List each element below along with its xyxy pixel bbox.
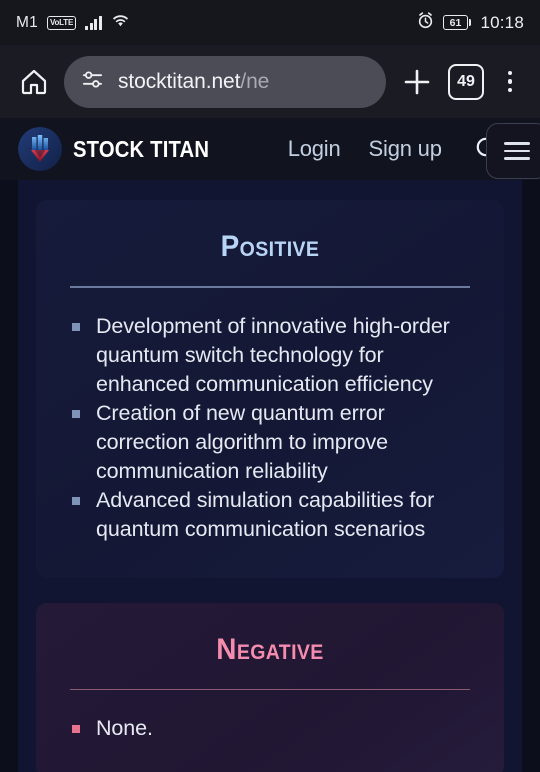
url-host: stocktitan.net: [118, 69, 241, 93]
signup-link[interactable]: Sign up: [355, 136, 456, 162]
android-status-bar: M1 VoLTE 61 10:18: [0, 0, 540, 45]
alarm-clock-icon: [417, 11, 434, 34]
status-bar-right: 61 10:18: [417, 11, 524, 34]
signal-bars-icon: [85, 15, 102, 30]
url-text[interactable]: stocktitan.net/ne: [118, 70, 269, 94]
page-body: Positive Development of innovative high-…: [0, 180, 540, 772]
negative-points-list: None.: [70, 714, 470, 743]
clock-time: 10:18: [480, 12, 524, 32]
three-dot-menu-icon[interactable]: [494, 62, 526, 102]
stock-titan-logo-icon[interactable]: [18, 127, 62, 171]
negative-card-divider: [70, 688, 470, 690]
list-item: Development of innovative high-order qua…: [70, 312, 470, 399]
battery-cap: [468, 19, 472, 26]
content-container: Positive Development of innovative high-…: [18, 180, 522, 772]
brand-title: STOCK TITAN: [73, 135, 210, 162]
home-icon[interactable]: [14, 62, 54, 102]
positive-card-title: Positive: [220, 230, 320, 263]
plus-icon[interactable]: [396, 61, 438, 103]
battery-percent: 61: [442, 15, 468, 30]
positive-points-list: Development of innovative high-order qua…: [70, 312, 470, 544]
list-item: Advanced simulation capabilities for qua…: [70, 486, 470, 544]
list-item: Creation of new quantum error correction…: [70, 399, 470, 486]
list-item: None.: [70, 714, 470, 743]
positive-card-divider: [70, 286, 470, 288]
wifi-icon: [111, 13, 130, 33]
positive-card: Positive Development of innovative high-…: [36, 200, 504, 578]
carrier-label: M1: [16, 13, 38, 31]
hamburger-menu-icon[interactable]: [486, 123, 540, 179]
negative-card-title: Negative: [216, 632, 324, 666]
volte-badge: VoLTE: [46, 15, 77, 30]
url-path: /ne: [240, 69, 270, 93]
url-bar[interactable]: stocktitan.net/ne: [64, 55, 386, 108]
browser-toolbar: stocktitan.net/ne 49: [0, 45, 540, 118]
battery-indicator: 61: [442, 15, 472, 30]
negative-card: Negative None.: [36, 602, 504, 772]
site-header: STOCK TITAN Login Sign up: [0, 118, 540, 180]
header-nav: Login Sign up: [274, 136, 456, 162]
status-bar-left: M1 VoLTE: [16, 13, 130, 33]
tab-count-button[interactable]: 49: [448, 63, 484, 100]
tune-settings-icon[interactable]: [80, 67, 105, 97]
login-link[interactable]: Login: [274, 136, 355, 162]
